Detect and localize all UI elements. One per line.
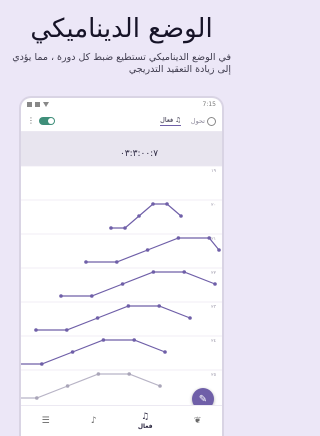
tab-transform-label: تحول — [190, 117, 205, 125]
phone-frame: 7:15 ⋮ فعال ♫ تحول ٠٣:٣:٠٠:٧ ١٩ ٢٠ ٢١ ٢٢ ٢٣ ٢… — [19, 96, 224, 436]
cycle-point[interactable] — [127, 372, 131, 376]
cycle-point[interactable] — [95, 316, 100, 320]
cycle-point[interactable] — [151, 202, 155, 206]
promo-description: في الوضع الديناميكي تستطيع ضبط كل دورة ،… — [12, 52, 231, 75]
cycle-point[interactable] — [35, 396, 39, 400]
cycle-point[interactable] — [182, 270, 186, 274]
battery-icon — [35, 102, 40, 107]
status-bar: 7:15 — [21, 98, 222, 111]
tab-active-label: فعال — [160, 116, 174, 124]
nav-breath[interactable]: ❦ — [193, 415, 202, 426]
cycle-point[interactable] — [120, 282, 125, 286]
cycle-series-line[interactable] — [86, 237, 220, 263]
cycle-point[interactable] — [123, 226, 127, 230]
row-index-label: ٢٥ — [211, 373, 216, 378]
pencil-icon: ✎ — [198, 393, 208, 405]
lungs-icon: ❦ — [193, 415, 202, 426]
bell-icon: ♪ — [90, 415, 97, 426]
cycle-point[interactable] — [188, 316, 192, 320]
cycle-series-line[interactable] — [111, 203, 182, 229]
cycle-point[interactable] — [207, 236, 211, 240]
notification-icon — [27, 102, 32, 107]
cycle-point[interactable] — [65, 384, 70, 388]
cycle-point[interactable] — [115, 260, 119, 264]
cycle-point[interactable] — [59, 294, 63, 298]
cycle-point[interactable] — [213, 282, 217, 286]
gauge-icon — [207, 116, 216, 126]
cycle-point[interactable] — [132, 338, 136, 342]
row-index-label: ٢٤ — [211, 339, 216, 344]
status-icons — [27, 102, 49, 107]
nav-active[interactable]: ♫ فعال — [137, 411, 153, 430]
status-time: 7:15 — [202, 101, 216, 108]
tab-active[interactable]: فعال ♫ — [160, 116, 181, 126]
cycle-point[interactable] — [90, 294, 94, 298]
cycle-point[interactable] — [157, 304, 161, 308]
sliders-icon: ☰ — [41, 415, 50, 426]
cycle-point[interactable] — [84, 260, 88, 264]
row-index-label: ٢٢ — [211, 271, 216, 276]
cycle-point[interactable] — [96, 372, 101, 376]
tab-bar: فعال ♫ تحول — [160, 116, 216, 126]
cycle-point[interactable] — [179, 214, 183, 218]
music-note-icon: ♫ — [141, 411, 150, 422]
cycle-point[interactable] — [145, 248, 150, 252]
cycle-point[interactable] — [70, 350, 75, 354]
nav-reminders[interactable]: ♪ — [90, 415, 97, 426]
cycle-point[interactable] — [165, 202, 169, 206]
music-note-icon: ♫ — [175, 116, 181, 124]
nav-settings[interactable]: ☰ — [41, 415, 50, 426]
cycle-point[interactable] — [101, 338, 106, 342]
nav-active-label: فعال — [137, 422, 153, 430]
wifi-icon — [43, 102, 49, 107]
cycle-point[interactable] — [176, 236, 181, 240]
cycles-chart: ٠٣:٣:٠٠:٧ ١٩٢٠٢١٢٢٢٣٢٤٢٥ — [21, 132, 222, 400]
more-menu-icon[interactable]: ⋮ — [27, 117, 35, 125]
cycle-point[interactable] — [34, 328, 38, 332]
row-index-label: ١٩ — [211, 169, 216, 174]
tab-transform[interactable]: تحول — [190, 116, 216, 126]
app-bar: ⋮ فعال ♫ تحول — [21, 111, 222, 132]
promo-title: الوضع الديناميكي — [30, 14, 213, 44]
cycle-series-line[interactable] — [21, 373, 161, 399]
cycle-point[interactable] — [158, 384, 162, 388]
cycle-point[interactable] — [137, 214, 141, 218]
cycle-series-line[interactable] — [21, 339, 166, 365]
cycle-point[interactable] — [163, 350, 167, 354]
cycle-series-line[interactable] — [36, 305, 191, 331]
row-index-label: ٢٣ — [211, 304, 216, 310]
cycle-point[interactable] — [126, 304, 131, 308]
total-time: ٠٣:٣:٠٠:٧ — [120, 149, 158, 159]
cycle-point[interactable] — [217, 248, 221, 252]
cycle-point[interactable] — [151, 270, 156, 274]
cycle-point[interactable] — [40, 362, 44, 366]
cycle-point[interactable] — [109, 226, 113, 230]
cycle-point[interactable] — [65, 328, 69, 332]
row-index-label: ٢٠ — [211, 203, 216, 208]
mode-toggle[interactable] — [39, 117, 55, 125]
bottom-nav: ☰ ♪ ♫ فعال ❦ — [21, 405, 222, 436]
cycle-series-line[interactable] — [61, 271, 216, 297]
